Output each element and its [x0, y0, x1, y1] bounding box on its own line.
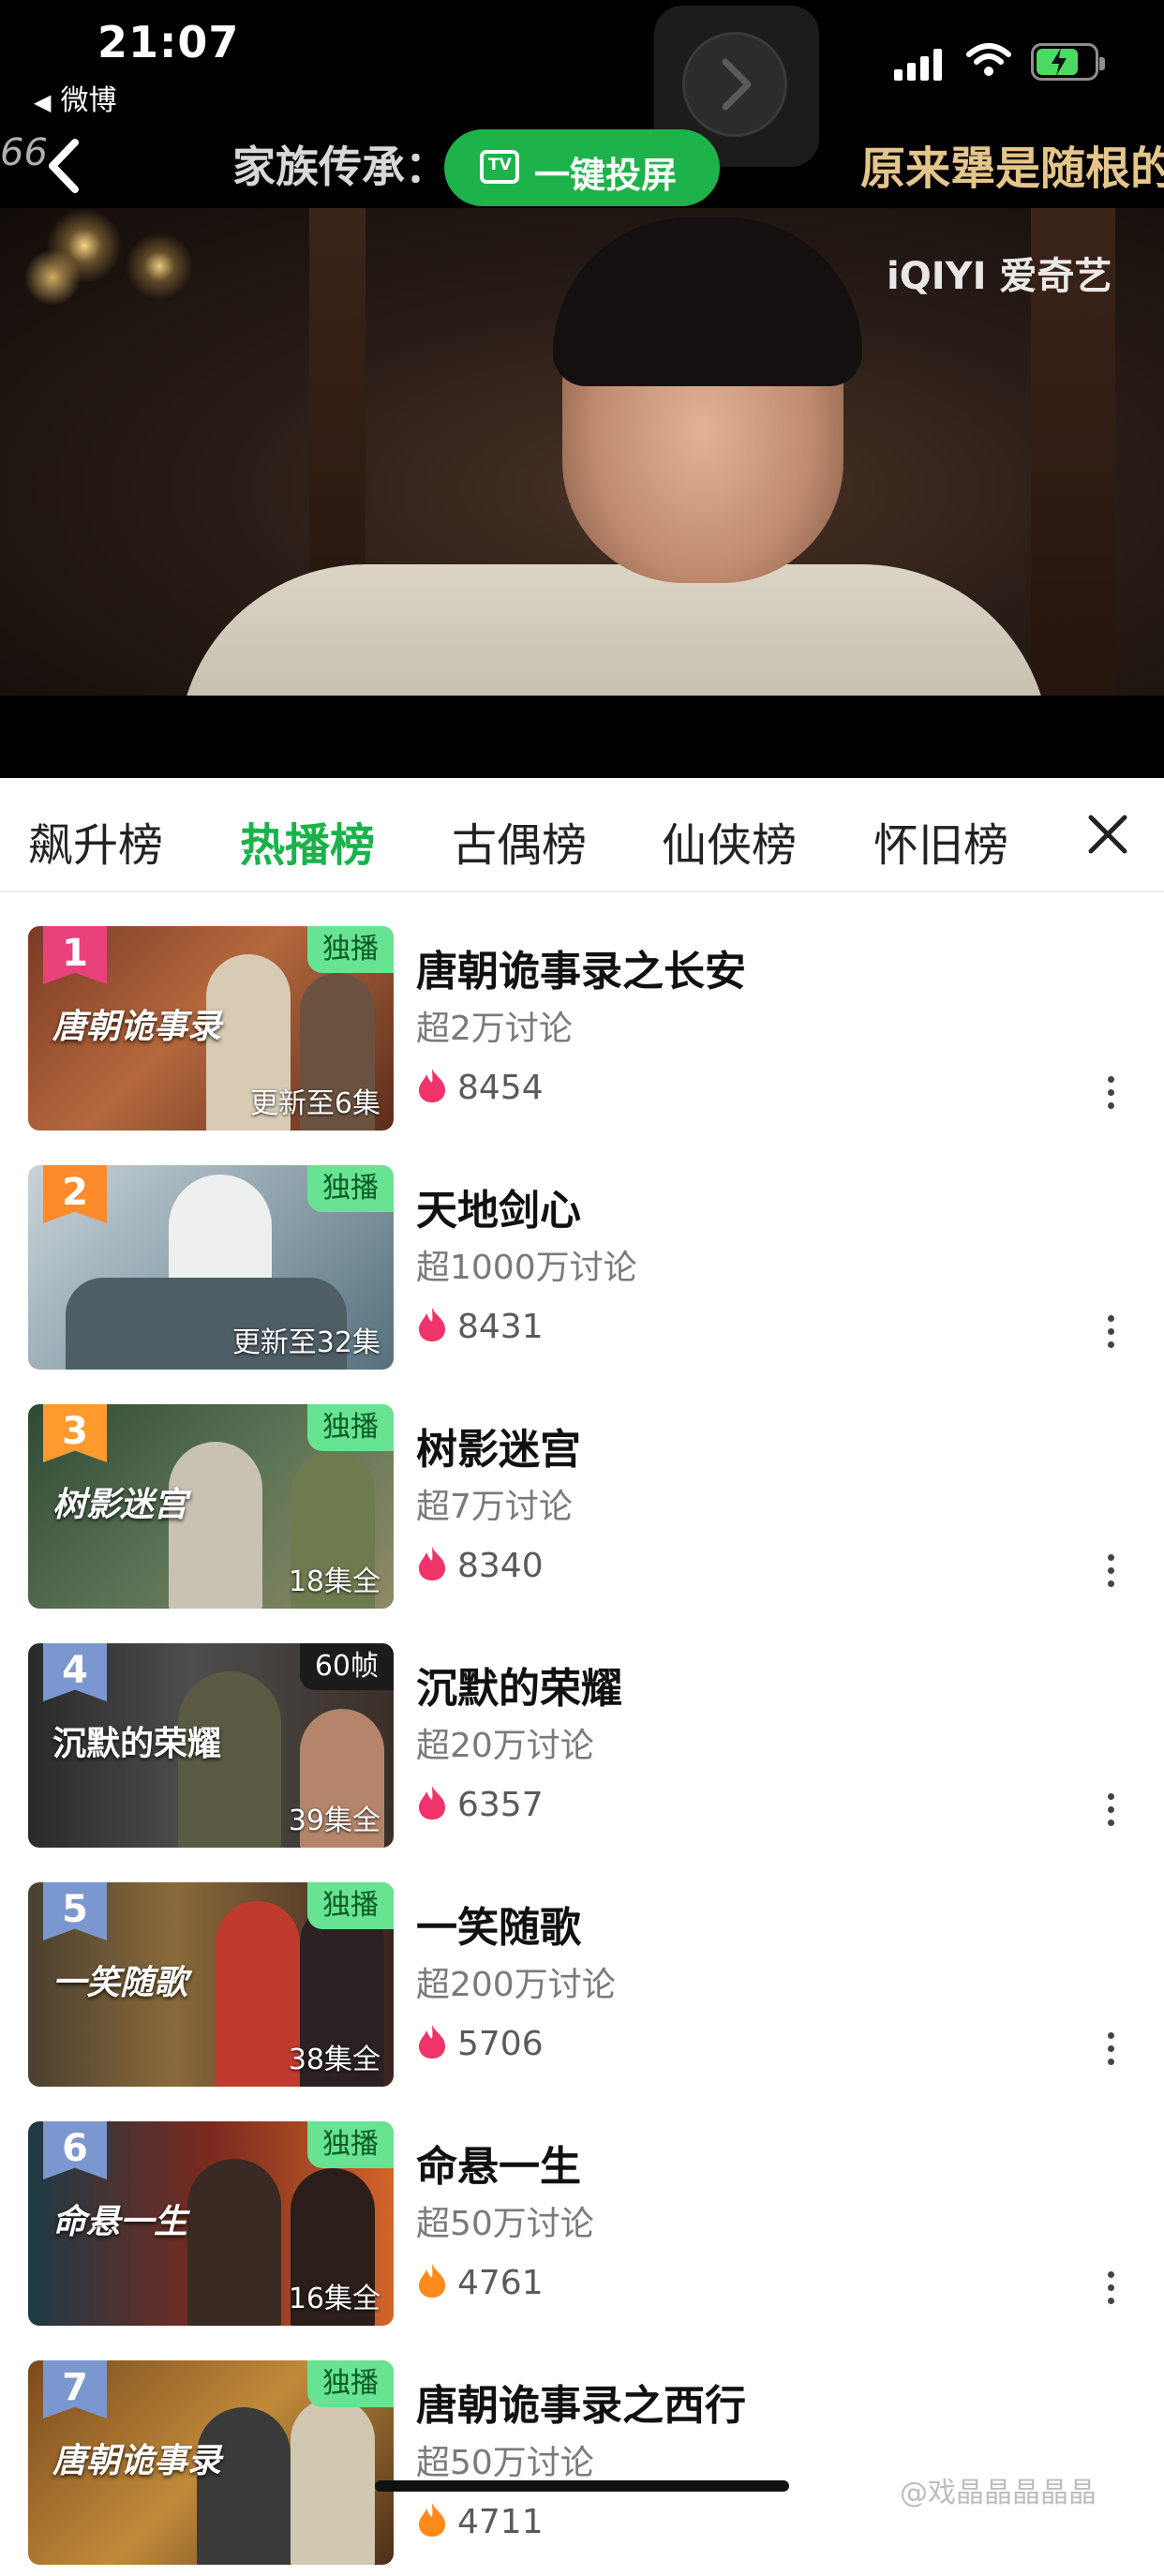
exclusive-badge: 独播	[307, 2121, 394, 2168]
flame-icon	[419, 2264, 445, 2298]
show-title: 唐朝诡事录之长安	[416, 948, 746, 996]
cast-to-tv-button[interactable]: TV 一键投屏	[444, 129, 720, 206]
tab-hot[interactable]: 热播榜	[240, 808, 375, 874]
show-title: 树影迷宫	[416, 1426, 581, 1474]
charging-bolt-icon	[1052, 48, 1067, 76]
show-title: 一笑随歌	[416, 1904, 581, 1952]
update-status: 更新至32集	[231, 1326, 381, 1359]
tab-nostalgia[interactable]: 怀旧榜	[873, 808, 1008, 874]
poster[interactable]: 唐朝诡事录 1 独播 更新至6集	[28, 926, 394, 1131]
discussion-count: 超50万讨论	[416, 2444, 594, 2482]
poster-title: 一笑随歌	[52, 1963, 188, 2002]
show-title: 天地剑心	[416, 1187, 581, 1235]
update-status: 更新至6集	[249, 1087, 381, 1120]
heat-value: 5706	[416, 2023, 544, 2063]
heat-value: 6357	[416, 1784, 544, 1824]
update-status: 16集全	[288, 2283, 381, 2315]
heat-value: 4761	[416, 2262, 544, 2302]
chevron-right-icon	[722, 58, 752, 111]
ticker-left-text: 66	[0, 131, 48, 174]
ticker-right-text: 原来犟是随根的	[860, 142, 1164, 195]
update-status: 38集全	[288, 2044, 381, 2076]
list-item[interactable]: 唐朝诡事录 1 独播 更新至6集 唐朝诡事录之长安 超2万讨论 8454	[0, 926, 1164, 1142]
flame-icon	[419, 1308, 445, 1341]
poster-title: 命悬一生	[52, 2202, 188, 2241]
tab-xianxia[interactable]: 仙侠榜	[662, 808, 797, 874]
discussion-count: 超1000万讨论	[416, 1249, 637, 1287]
more-options-icon[interactable]	[1108, 2271, 1117, 2311]
iqiyi-logo: iQIYI 爱奇艺	[887, 255, 1112, 298]
watermark: @戏晶晶晶晶晶	[900, 2477, 1097, 2509]
video-player[interactable]: iQIYI 爱奇艺	[0, 208, 1164, 696]
more-options-icon[interactable]	[1108, 2032, 1117, 2072]
battery-icon	[1031, 43, 1105, 81]
poster[interactable]: 沉默的荣耀 4 60帧 39集全	[28, 1643, 394, 1848]
back-to-app[interactable]: ◀ 微博	[34, 77, 116, 118]
flame-icon	[419, 1069, 445, 1102]
list-item[interactable]: 命悬一生 6 独播 16集全 命悬一生 超50万讨论 4761	[0, 2121, 1164, 2337]
poster[interactable]: 树影迷宫 3 独播 18集全	[28, 1404, 394, 1609]
tab-costume-idol[interactable]: 古偶榜	[452, 808, 587, 874]
home-indicator[interactable]	[375, 2480, 789, 2492]
fps-badge: 60帧	[299, 1643, 394, 1690]
update-status: 18集全	[288, 1565, 381, 1598]
poster[interactable]: 一笑随歌 5 独播 38集全	[28, 1882, 394, 2087]
exclusive-badge: 独播	[307, 926, 394, 973]
poster[interactable]: 唐朝诡事录 7 独播	[28, 2360, 394, 2565]
more-options-icon[interactable]	[1108, 1554, 1117, 1594]
chevron-left-icon[interactable]	[43, 137, 86, 195]
poster-title: 树影迷宫	[52, 1485, 188, 1524]
heat-value: 8340	[416, 1545, 544, 1585]
poster-title: 唐朝诡事录	[52, 1007, 222, 1046]
discussion-count: 超200万讨论	[416, 1966, 616, 2004]
flame-icon	[419, 1786, 445, 1820]
close-icon[interactable]	[1085, 812, 1130, 857]
cast-label: 一键投屏	[534, 155, 678, 196]
show-title: 沉默的荣耀	[416, 1665, 622, 1713]
flame-icon	[419, 2503, 445, 2537]
poster-title: 沉默的荣耀	[52, 1724, 222, 1763]
heat-value: 4711	[416, 2501, 544, 2541]
exclusive-badge: 独播	[307, 1165, 394, 1212]
ranking-sheet: 飙升榜 热播榜 古偶榜 仙侠榜 怀旧榜 唐朝诡事录 1 独播 更新至6集 唐朝诡…	[0, 778, 1164, 2565]
exclusive-badge: 独播	[307, 1882, 394, 1929]
ranking-tabs: 飙升榜 热播榜 古偶榜 仙侠榜 怀旧榜	[0, 778, 1164, 892]
exclusive-badge: 独播	[307, 1404, 394, 1451]
list-item[interactable]: 一笑随歌 5 独播 38集全 一笑随歌 超200万讨论 5706	[0, 1882, 1164, 2098]
poster[interactable]: 2 独播 更新至32集	[28, 1165, 394, 1370]
poster[interactable]: 命悬一生 6 独播 16集全	[28, 2121, 394, 2326]
list-item[interactable]: 树影迷宫 3 独播 18集全 树影迷宫 超7万讨论 8340	[0, 1404, 1164, 1620]
back-app-label: 微博	[60, 84, 117, 117]
show-title: 命悬一生	[416, 2143, 581, 2191]
tv-icon: TV	[480, 150, 519, 184]
discussion-count: 超20万讨论	[416, 1727, 594, 1765]
flame-icon	[419, 1547, 445, 1580]
list-item[interactable]: 沉默的荣耀 4 60帧 39集全 沉默的荣耀 超20万讨论 6357	[0, 1643, 1164, 1859]
top-bar: 21:07 ◀ 微博 66 家族传承： 原来犟是随根的 TV 一键投屏	[0, 0, 1164, 208]
more-options-icon[interactable]	[1108, 1315, 1117, 1355]
exclusive-badge: 独播	[307, 2360, 394, 2407]
more-options-icon[interactable]	[1108, 1076, 1117, 1116]
more-options-icon[interactable]	[1108, 1793, 1117, 1833]
discussion-count: 超50万讨论	[416, 2205, 594, 2243]
poster-title: 唐朝诡事录	[52, 2441, 222, 2480]
ticker-title: 家族传承：	[232, 142, 448, 192]
list-item[interactable]: 唐朝诡事录 7 独播 唐朝诡事录之西行 超50万讨论 4711	[0, 2360, 1164, 2576]
update-status: 39集全	[288, 1805, 381, 1837]
heat-value: 8431	[416, 1306, 544, 1346]
heat-value: 8454	[416, 1067, 544, 1107]
discussion-count: 超2万讨论	[416, 1010, 573, 1048]
discussion-count: 超7万讨论	[416, 1488, 573, 1526]
back-triangle-icon: ◀	[34, 89, 52, 115]
tab-rising[interactable]: 飙升榜	[28, 808, 163, 874]
wifi-icon	[966, 43, 1011, 76]
flame-icon	[419, 2025, 445, 2059]
cellular-signal-icon	[894, 49, 942, 81]
status-time: 21:07	[97, 17, 240, 67]
list-item[interactable]: 2 独播 更新至32集 天地剑心 超1000万讨论 8431	[0, 1165, 1164, 1381]
show-title: 唐朝诡事录之西行	[416, 2382, 746, 2430]
